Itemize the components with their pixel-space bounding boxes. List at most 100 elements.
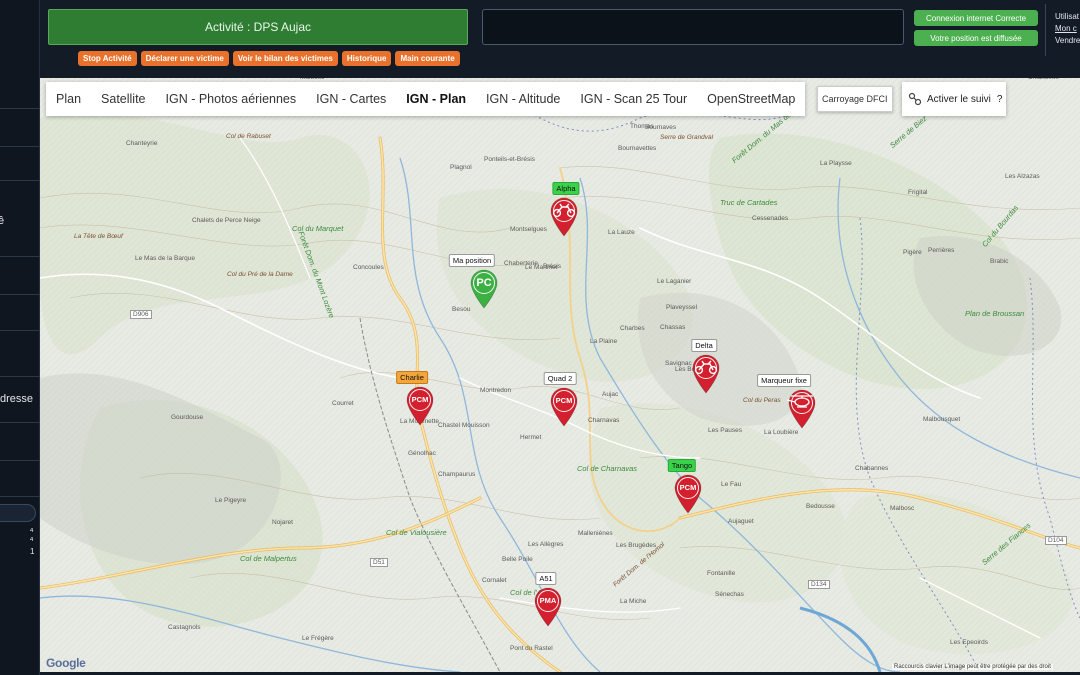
tab-ign-scan25[interactable]: IGN - Scan 25 Tour — [570, 82, 697, 116]
map-terrain-label: Col du Peras — [743, 397, 781, 404]
map-pin-icon: PMA — [534, 587, 562, 627]
map-place-label: Montselgues — [510, 226, 547, 233]
help-icon[interactable]: ? — [997, 94, 1003, 105]
marker-label: Tango — [667, 459, 697, 472]
declare-victim-button[interactable]: Déclarer une victime — [140, 51, 229, 66]
map-terrain-label: Plan de Broussan — [965, 309, 1025, 318]
map-place-label: Le Frégère — [302, 635, 334, 642]
map-place-label: Plagnol — [450, 164, 472, 171]
sidebar-divider — [0, 256, 40, 257]
header: Activité : DPS Aujac Stop Activité Décla… — [40, 0, 1080, 78]
road-number-label: D906 — [130, 310, 152, 319]
map-type-tabs: Plan Satellite IGN - Photos aériennes IG… — [46, 82, 806, 116]
map-place-label: Chastel Mouisson — [438, 422, 490, 429]
map-pin-icon: PCM — [674, 474, 702, 514]
map-pin-icon: PCM — [406, 386, 434, 426]
sidebar-stub[interactable]: ê — [0, 215, 38, 227]
map-place-label: Charbes — [620, 325, 645, 332]
road-number-label: D51 — [370, 558, 388, 567]
map-place-label: Frigital — [908, 189, 928, 196]
history-button[interactable]: Historique — [341, 51, 392, 66]
map-marker-quad-2[interactable]: Quad 2 PCM — [543, 372, 584, 428]
map-terrain-label: Col de Malpertus — [240, 554, 297, 563]
map-terrain-label: Col du Pré de la Dame — [227, 271, 293, 278]
victims-report-button[interactable]: Voir le bilan des victimes — [232, 51, 338, 66]
connection-status-badge: Connexion internet Correcte — [914, 10, 1038, 26]
road-number-label: D134 — [808, 580, 830, 589]
map-place-label: Fontanille — [707, 570, 736, 577]
follow-label: Activer le suivi — [927, 93, 991, 105]
follow-toggle[interactable]: Activer le suivi ? — [902, 82, 1006, 116]
marker-label: Ma position — [448, 254, 496, 267]
map-place-label: Malbosc — [890, 505, 915, 512]
map-place-label: Plaveyssel — [666, 304, 698, 311]
message-box[interactable] — [482, 9, 904, 45]
map-viewport[interactable]: MalboscThomasBournavesBournavettesPontei… — [40, 78, 1080, 672]
map-place-label: Le Laganier — [657, 278, 692, 285]
tab-ign-aerial-photos[interactable]: IGN - Photos aériennes — [156, 82, 307, 116]
map-place-label: Brabic — [990, 258, 1009, 265]
map-place-label: Champaurus — [438, 471, 476, 478]
tab-ign-plan[interactable]: IGN - Plan — [396, 82, 476, 116]
tab-satellite[interactable]: Satellite — [91, 82, 155, 116]
map-place-label: Aujac — [602, 391, 619, 398]
map-place-label: Cessenades — [752, 215, 789, 222]
tab-plan[interactable]: Plan — [46, 82, 91, 116]
map-place-label: Chabannes — [855, 465, 889, 472]
tab-openstreetmap[interactable]: OpenStreetMap — [697, 82, 805, 116]
map-marker-tango[interactable]: Tango PCM — [667, 459, 708, 515]
map-place-label: Le Mas de la Barque — [135, 255, 195, 262]
tab-ign-maps[interactable]: IGN - Cartes — [306, 82, 396, 116]
sidebar-divider — [0, 496, 40, 497]
map-place-label: La Playsse — [820, 160, 852, 167]
map-place-label: Aujaguet — [728, 518, 754, 525]
road-number-label: D104 — [1045, 536, 1067, 545]
map-place-label: Sénechas — [715, 591, 744, 598]
helicopter-icon — [786, 389, 816, 429]
map-place-label: Chazalette — [1028, 78, 1059, 81]
map-marker-delta[interactable]: Delta — [686, 339, 726, 395]
marker-label: Marqueur fixe — [757, 374, 811, 387]
map-place-label: La Loubière — [764, 429, 799, 436]
account-link[interactable]: Mon c — [1055, 23, 1080, 35]
sidebar-divider — [0, 294, 40, 295]
map-marker-a51[interactable]: A51 PMA — [528, 572, 568, 628]
motorcycle-icon — [692, 354, 720, 394]
map-place-label: Malbousquet — [923, 416, 961, 423]
map-place-label: Les Allègres — [528, 541, 564, 548]
motorcycle-icon — [550, 197, 578, 237]
map-place-label: Brésis — [543, 263, 562, 270]
map-marker-marqueur-fixe[interactable]: Marqueur fixe — [757, 374, 822, 430]
map-attribution[interactable]: Raccourcis clavier L'image peut être pro… — [892, 664, 1053, 670]
map-marker-charlie[interactable]: Charlie PCM — [396, 371, 440, 427]
user-info: Utilisat Mon c Vendre — [1055, 11, 1080, 47]
svg-text:PMA: PMA — [540, 596, 557, 605]
google-logo: Google — [46, 656, 86, 670]
dfci-grid-toggle[interactable]: Carroyage DFCI — [817, 86, 893, 112]
stop-activity-button[interactable]: Stop Activité — [78, 51, 137, 66]
tab-ign-altitude[interactable]: IGN - Altitude — [476, 82, 570, 116]
map-place-label: Hermet — [520, 434, 542, 441]
logbook-button[interactable]: Main courante — [395, 51, 460, 66]
map-place-label: La Miche — [620, 598, 647, 605]
sidebar-divider — [0, 422, 40, 423]
map-place-label: Pont du Rastel — [510, 645, 553, 652]
sidebar: ê dresse 4 4 1 — [0, 0, 40, 675]
map-place-label: Charnavas — [588, 417, 620, 424]
svg-text:PCM: PCM — [680, 483, 697, 492]
sidebar-pill[interactable] — [0, 504, 36, 522]
map-place-label: La Lauze — [608, 229, 635, 236]
map-place-label: Cornalet — [482, 577, 507, 584]
map-place-label: Malbosc — [300, 78, 324, 81]
map-place-label: Concoules — [353, 264, 384, 271]
sidebar-stub-address[interactable]: dresse — [0, 393, 40, 405]
user-label: Utilisat — [1055, 12, 1080, 21]
map-place-label: Nojaret — [272, 519, 293, 526]
map-place-label: Courret — [332, 400, 354, 407]
sidebar-divider — [0, 180, 40, 181]
svg-text:PC: PC — [476, 277, 491, 289]
map-marker-ma-position[interactable]: Ma position PC — [448, 254, 504, 310]
map-marker-alpha[interactable]: Alpha — [544, 182, 584, 238]
map-place-label: Chassas — [660, 324, 686, 331]
marker-label: A51 — [535, 572, 557, 585]
